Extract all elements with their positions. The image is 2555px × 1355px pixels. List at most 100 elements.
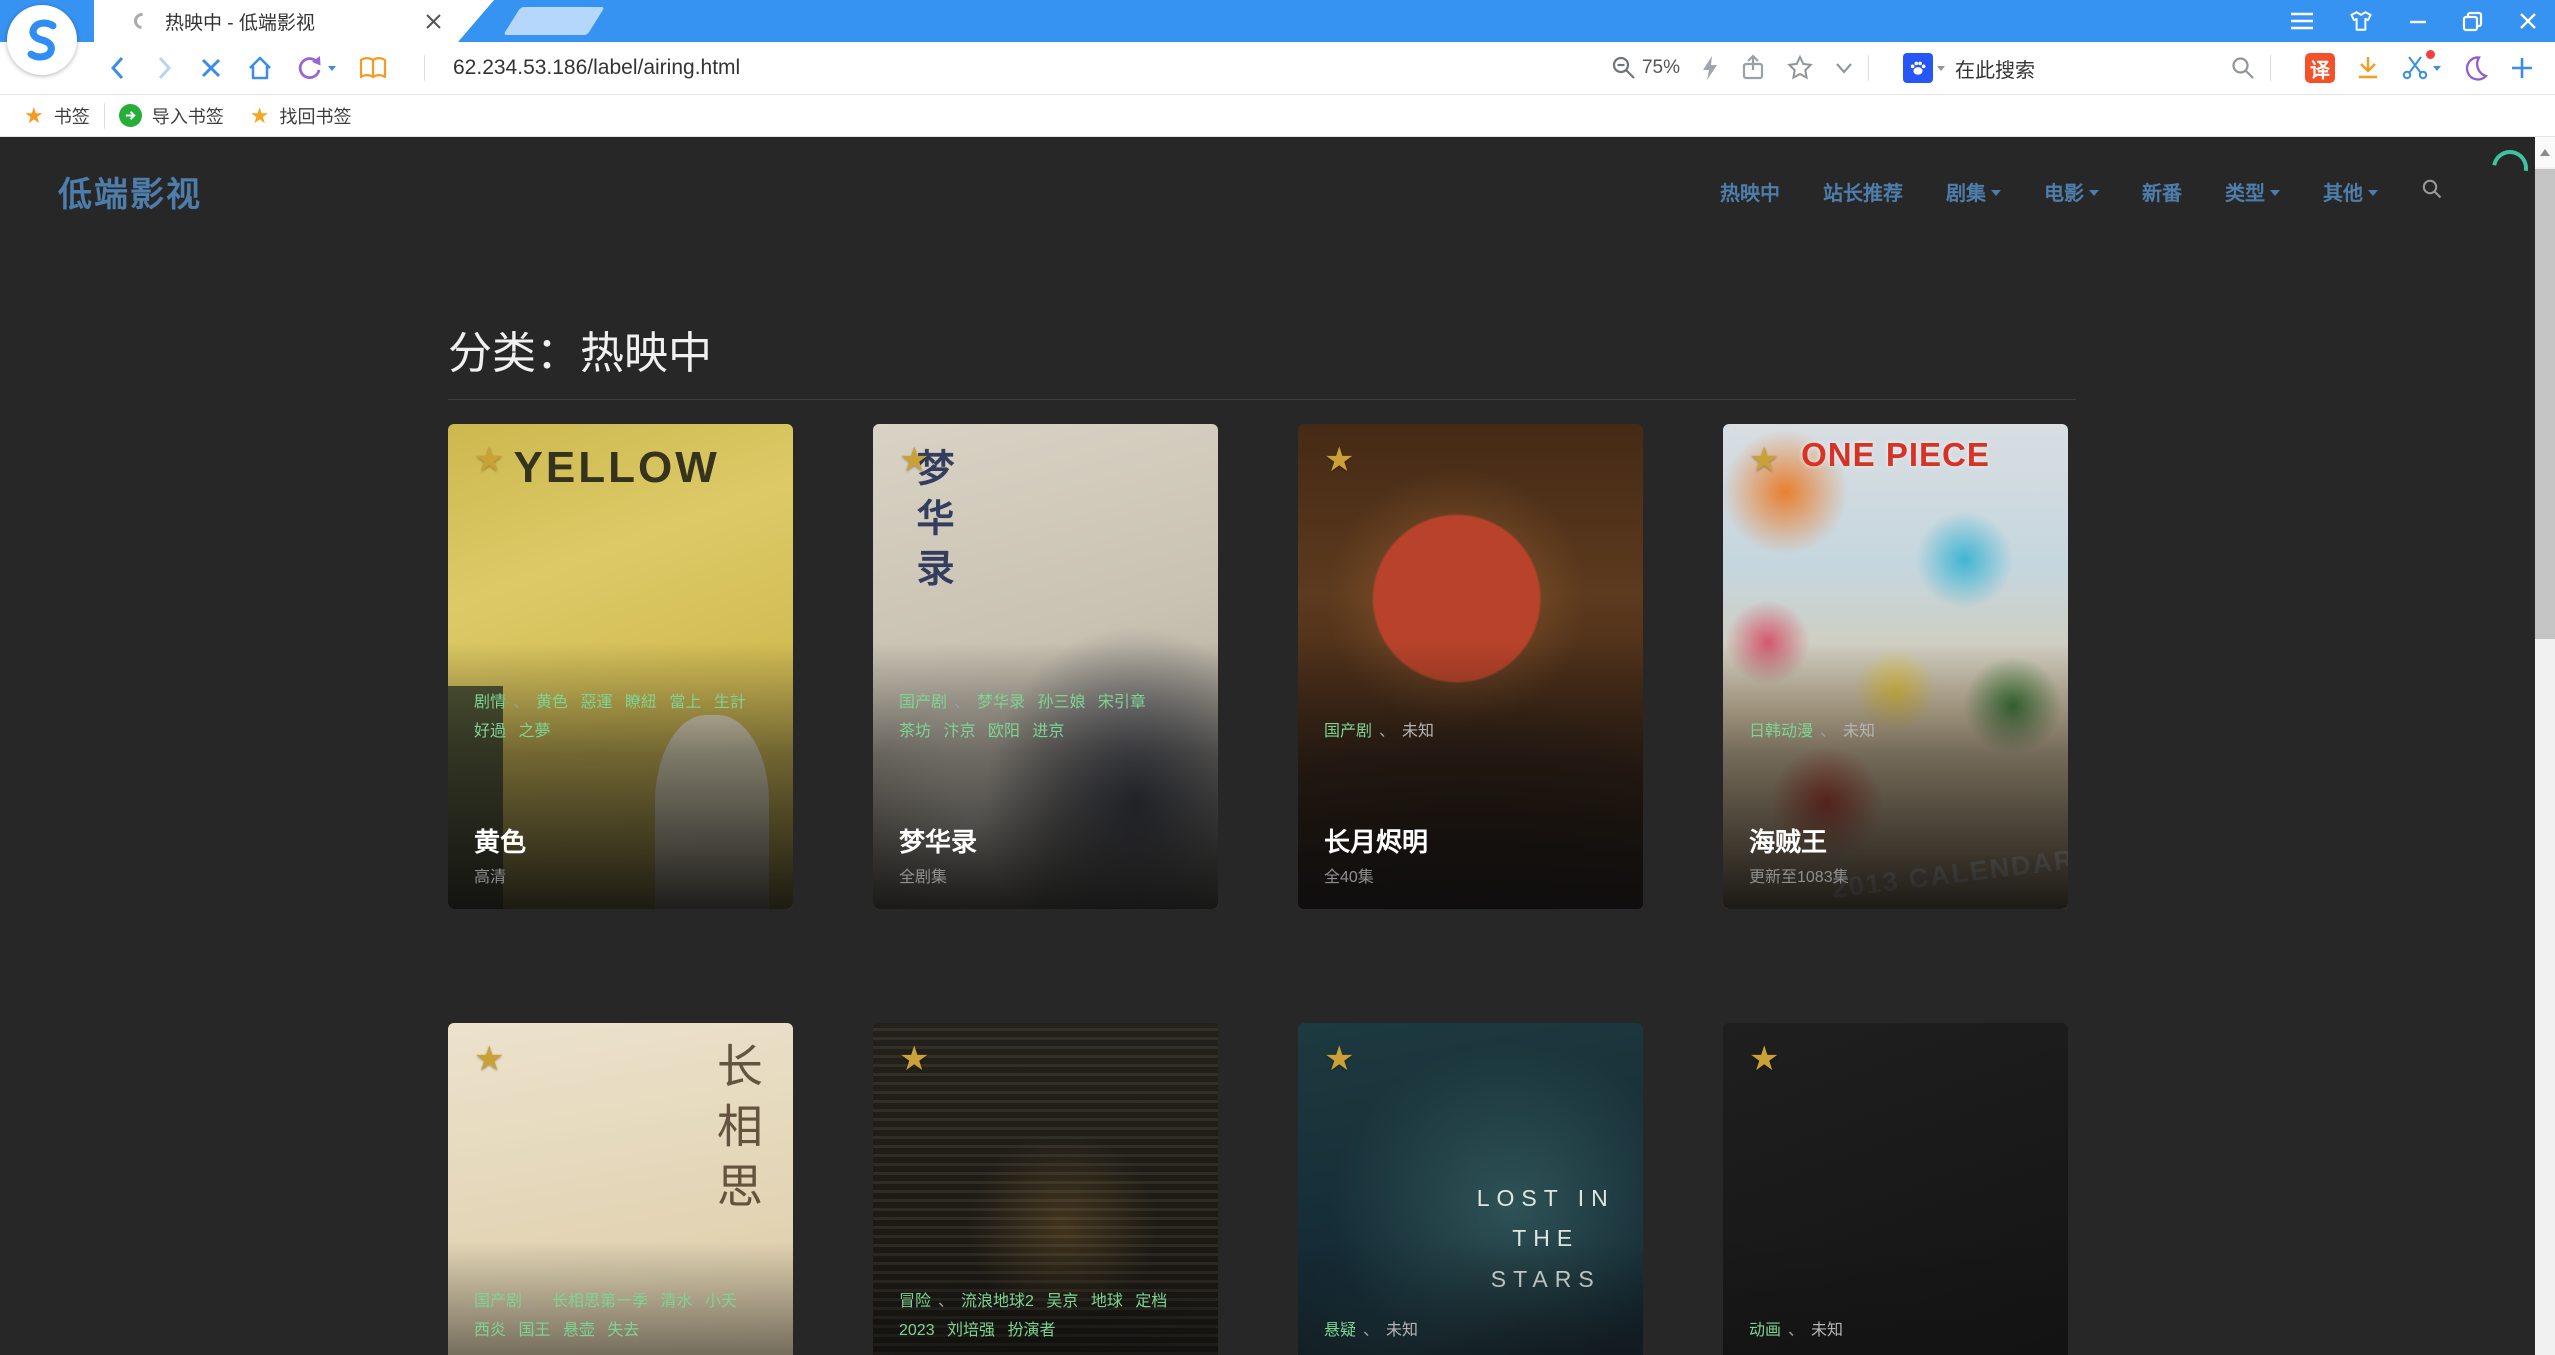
translate-glyph: 译 bbox=[2305, 53, 2335, 83]
bookmarks-separator bbox=[104, 103, 105, 129]
tag-list: 未知 bbox=[1811, 1322, 1843, 1339]
favorite-star-icon: ★ bbox=[1324, 440, 1354, 480]
loading-spinner bbox=[2485, 143, 2535, 193]
media-card[interactable]: ONE PIECE 2013 CALENDAR ★ 日韩动漫、未知 海贼王 更新… bbox=[1723, 424, 2068, 909]
media-card[interactable]: ★ 冒险、流浪地球2 吴京 地球 定档 2023 刘培强 扮演者 bbox=[873, 1023, 1218, 1355]
restore-button[interactable] bbox=[2461, 9, 2485, 33]
nav-item-recommend[interactable]: 站长推荐 bbox=[1823, 177, 1903, 206]
tag-genre[interactable]: 国产剧 bbox=[1324, 723, 1372, 740]
media-card[interactable]: 梦华录 ★ 国产剧、梦华录 孙三娘 宋引章 茶坊 汴京 欧阳 进京 梦华录 全剧… bbox=[873, 424, 1218, 909]
undo-dropdown-caret[interactable] bbox=[328, 66, 336, 71]
chevron-down-icon[interactable] bbox=[1834, 61, 1854, 75]
bookmarks-bar: ★ 书签 导入书签 ★ 找回书签 bbox=[0, 95, 2555, 137]
baidu-dropdown-caret[interactable] bbox=[1937, 66, 1945, 71]
tag-genre[interactable]: 冒险 bbox=[899, 1293, 931, 1310]
media-card[interactable]: 长相思 ★ 国产剧、长相思第一季 清水 小夭 西炎 国王 悬壶 失去 bbox=[448, 1023, 793, 1355]
card-meta: 高清 bbox=[474, 863, 506, 887]
chevron-down-icon bbox=[2368, 190, 2378, 196]
page-content: 低端影视 热映中 站长推荐 剧集 电影 新番 类型 其他 分类：热映中 YELL… bbox=[0, 137, 2535, 1355]
night-mode-button[interactable] bbox=[2461, 54, 2489, 82]
site-logo[interactable]: 低端影视 bbox=[58, 167, 202, 216]
tag-separator: 、 bbox=[513, 694, 529, 711]
nav-item-series[interactable]: 剧集 bbox=[1946, 177, 2001, 206]
media-card[interactable]: LOST IN THE STARS ★ 悬疑、未知 bbox=[1298, 1023, 1643, 1355]
notification-dot bbox=[2426, 50, 2435, 59]
scissors-dropdown-caret[interactable] bbox=[2433, 66, 2441, 71]
skin-tshirt-icon[interactable] bbox=[2347, 8, 2375, 34]
share-icon[interactable] bbox=[1740, 54, 1766, 82]
restore-star-icon: ★ bbox=[250, 103, 270, 129]
minimize-button[interactable] bbox=[2407, 10, 2429, 32]
card-title[interactable]: 梦华录 bbox=[899, 822, 977, 859]
card-tags: 冒险、流浪地球2 吴京 地球 定档 2023 刘培强 扮演者 bbox=[899, 1287, 1190, 1345]
tab-title: 热映中 - 低端影视 bbox=[165, 8, 315, 35]
forward-button[interactable] bbox=[152, 54, 176, 82]
zoom-indicator[interactable]: 75% bbox=[1611, 55, 1680, 81]
nav-item-genre[interactable]: 类型 bbox=[2225, 177, 2280, 206]
import-bookmarks-item[interactable]: 导入书签 bbox=[119, 103, 224, 129]
home-button[interactable] bbox=[246, 54, 274, 82]
poster-art-text: YELLOW bbox=[514, 443, 720, 493]
favorite-star-icon: ★ bbox=[1749, 440, 1779, 480]
tag-genre[interactable]: 日韩动漫 bbox=[1749, 723, 1813, 740]
download-button[interactable] bbox=[2355, 54, 2381, 82]
restore-bookmarks-item[interactable]: ★ 找回书签 bbox=[224, 103, 352, 129]
back-button[interactable] bbox=[106, 54, 130, 82]
sogou-logo[interactable] bbox=[7, 5, 77, 75]
baidu-search-icon[interactable]: 在此搜索 bbox=[1903, 53, 2035, 83]
toolbar-separator bbox=[424, 55, 425, 81]
bookmark-star-icon: ★ bbox=[24, 103, 44, 129]
search-icon[interactable] bbox=[2230, 55, 2256, 81]
card-title[interactable]: 长月烬明 bbox=[1324, 822, 1428, 859]
nav-item-airing[interactable]: 热映中 bbox=[1720, 177, 1780, 206]
media-card[interactable]: ★ 动画、未知 bbox=[1723, 1023, 2068, 1355]
screenshot-scissors-button[interactable] bbox=[2401, 54, 2441, 82]
nav-item-other[interactable]: 其他 bbox=[2323, 177, 2378, 206]
tag-genre[interactable]: 国产剧 bbox=[899, 694, 947, 711]
nav-search-icon[interactable] bbox=[2421, 178, 2443, 206]
browser-menu-button[interactable] bbox=[2289, 10, 2315, 32]
media-card[interactable]: ★ 国产剧、未知 长月烬明 全40集 bbox=[1298, 424, 1643, 909]
tag-separator: 、 bbox=[1788, 1322, 1804, 1339]
scrollbar-up-button[interactable] bbox=[2535, 137, 2555, 167]
tag-separator: 、 bbox=[938, 1293, 954, 1310]
address-search-placeholder[interactable]: 在此搜索 bbox=[1955, 54, 2035, 83]
favorite-star-icon[interactable] bbox=[1786, 54, 1814, 82]
favorite-star-icon: ★ bbox=[474, 440, 504, 480]
page-scrollbar[interactable] bbox=[2535, 137, 2555, 1355]
bookmark-item[interactable]: ★ 书签 bbox=[24, 103, 90, 129]
card-title[interactable]: 海贼王 bbox=[1749, 822, 1827, 859]
browser-tab[interactable]: 热映中 - 低端影视 bbox=[94, 0, 494, 42]
translate-button[interactable]: 译 bbox=[2305, 53, 2335, 83]
tag-genre[interactable]: 悬疑 bbox=[1324, 1322, 1356, 1339]
add-button[interactable] bbox=[2509, 55, 2535, 81]
book-icon[interactable] bbox=[358, 55, 388, 81]
nav-item-movies[interactable]: 电影 bbox=[2044, 177, 2099, 206]
bookmark-label: 书签 bbox=[54, 103, 90, 129]
close-window-button[interactable] bbox=[2517, 10, 2539, 32]
new-tab-button[interactable] bbox=[503, 7, 604, 35]
address-url[interactable]: 62.234.53.186/label/airing.html bbox=[453, 56, 740, 80]
card-tags: 动画、未知 bbox=[1749, 1316, 2040, 1345]
tag-genre[interactable]: 动画 bbox=[1749, 1322, 1781, 1339]
tag-genre[interactable]: 国产剧 bbox=[474, 1293, 522, 1310]
import-arrow-icon bbox=[119, 104, 142, 127]
tab-close-icon[interactable] bbox=[425, 13, 442, 30]
lightning-icon[interactable] bbox=[1700, 54, 1720, 82]
tag-separator: 、 bbox=[1820, 723, 1836, 740]
undo-button[interactable] bbox=[296, 54, 336, 82]
poster-art-text: 长相思 bbox=[703, 1042, 769, 1222]
media-grid: YELLOW ★ 剧情、黄色 惡運 瞭紐 當上 生計 好過 之夢 黄色 高清 梦… bbox=[448, 424, 2068, 1355]
favorite-star-icon: ★ bbox=[899, 1039, 929, 1079]
card-title[interactable]: 黄色 bbox=[474, 822, 526, 859]
media-card[interactable]: YELLOW ★ 剧情、黄色 惡運 瞭紐 當上 生計 好過 之夢 黄色 高清 bbox=[448, 424, 793, 909]
tag-separator: 、 bbox=[529, 1293, 545, 1310]
stop-button[interactable] bbox=[198, 55, 224, 81]
browser-toolbar: 62.234.53.186/label/airing.html 75% 在此搜索 bbox=[0, 42, 2555, 95]
tag-genre[interactable]: 剧情 bbox=[474, 694, 506, 711]
scrollbar-thumb[interactable] bbox=[2535, 169, 2555, 639]
card-tags: 国产剧、长相思第一季 清水 小夭 西炎 国王 悬壶 失去 bbox=[474, 1287, 765, 1345]
tag-list: 未知 bbox=[1843, 723, 1875, 740]
restore-bookmarks-label: 找回书签 bbox=[279, 103, 351, 129]
nav-item-anime[interactable]: 新番 bbox=[2142, 177, 2182, 206]
